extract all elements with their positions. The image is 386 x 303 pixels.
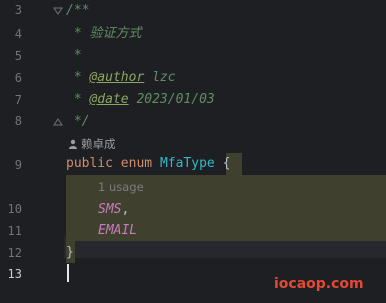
keyword-public: public	[66, 156, 113, 171]
usage-inlay-hint[interactable]: 1 usage	[98, 178, 144, 196]
keyword-enum: enum	[120, 156, 153, 171]
line-number: 5	[14, 49, 22, 63]
line-number: 11	[7, 224, 22, 238]
line-number: 10	[7, 202, 22, 216]
code-line[interactable]: public enum MfaType {	[66, 153, 386, 175]
doc-prefix: *	[66, 92, 90, 107]
code-line[interactable]: EMAIL	[98, 220, 386, 242]
code-line[interactable]: * @author lzc	[66, 67, 386, 89]
doc-value: 2023/01/03	[128, 92, 215, 107]
doc-prefix: *	[66, 70, 90, 85]
watermark: iocaop.com	[274, 276, 364, 292]
open-brace: {	[222, 156, 231, 171]
line-number: 9	[14, 158, 22, 172]
code-line[interactable]: */	[66, 111, 386, 133]
doc-tag-author: @author	[89, 70, 145, 85]
author-name: 赖卓成	[81, 137, 116, 151]
fold-open-icon[interactable]	[53, 6, 63, 16]
line-number-current: 13	[7, 267, 22, 281]
code-line[interactable]: * 验证方式	[66, 23, 386, 45]
fold-close-icon[interactable]	[53, 117, 63, 127]
line-number: 12	[7, 246, 22, 260]
text-caret	[67, 264, 69, 282]
code-line[interactable]: * @date 2023/01/03	[66, 89, 386, 111]
line-number: 3	[14, 3, 22, 17]
enum-constant: SMS	[98, 202, 122, 217]
class-name: MfaType	[159, 156, 215, 171]
author-inlay-hint[interactable]: 赖卓成	[68, 135, 116, 153]
code-line[interactable]: /**	[66, 0, 386, 22]
line-number: 4	[14, 27, 22, 41]
code-line[interactable]: SMS,	[98, 199, 386, 221]
line-number: 7	[14, 93, 22, 107]
doc-value: lzc	[144, 70, 176, 85]
code-line[interactable]: *	[66, 45, 386, 67]
enum-constant: EMAIL	[98, 223, 138, 238]
line-number: 8	[14, 114, 22, 128]
code-line[interactable]: }	[66, 242, 386, 264]
editor-gutter: 3 4 5 6 7 8 9 10 11 12 13	[0, 0, 64, 303]
comma: ,	[121, 202, 130, 217]
person-icon	[69, 139, 77, 149]
doc-tag-date: @date	[89, 92, 129, 107]
line-number: 6	[14, 71, 22, 85]
